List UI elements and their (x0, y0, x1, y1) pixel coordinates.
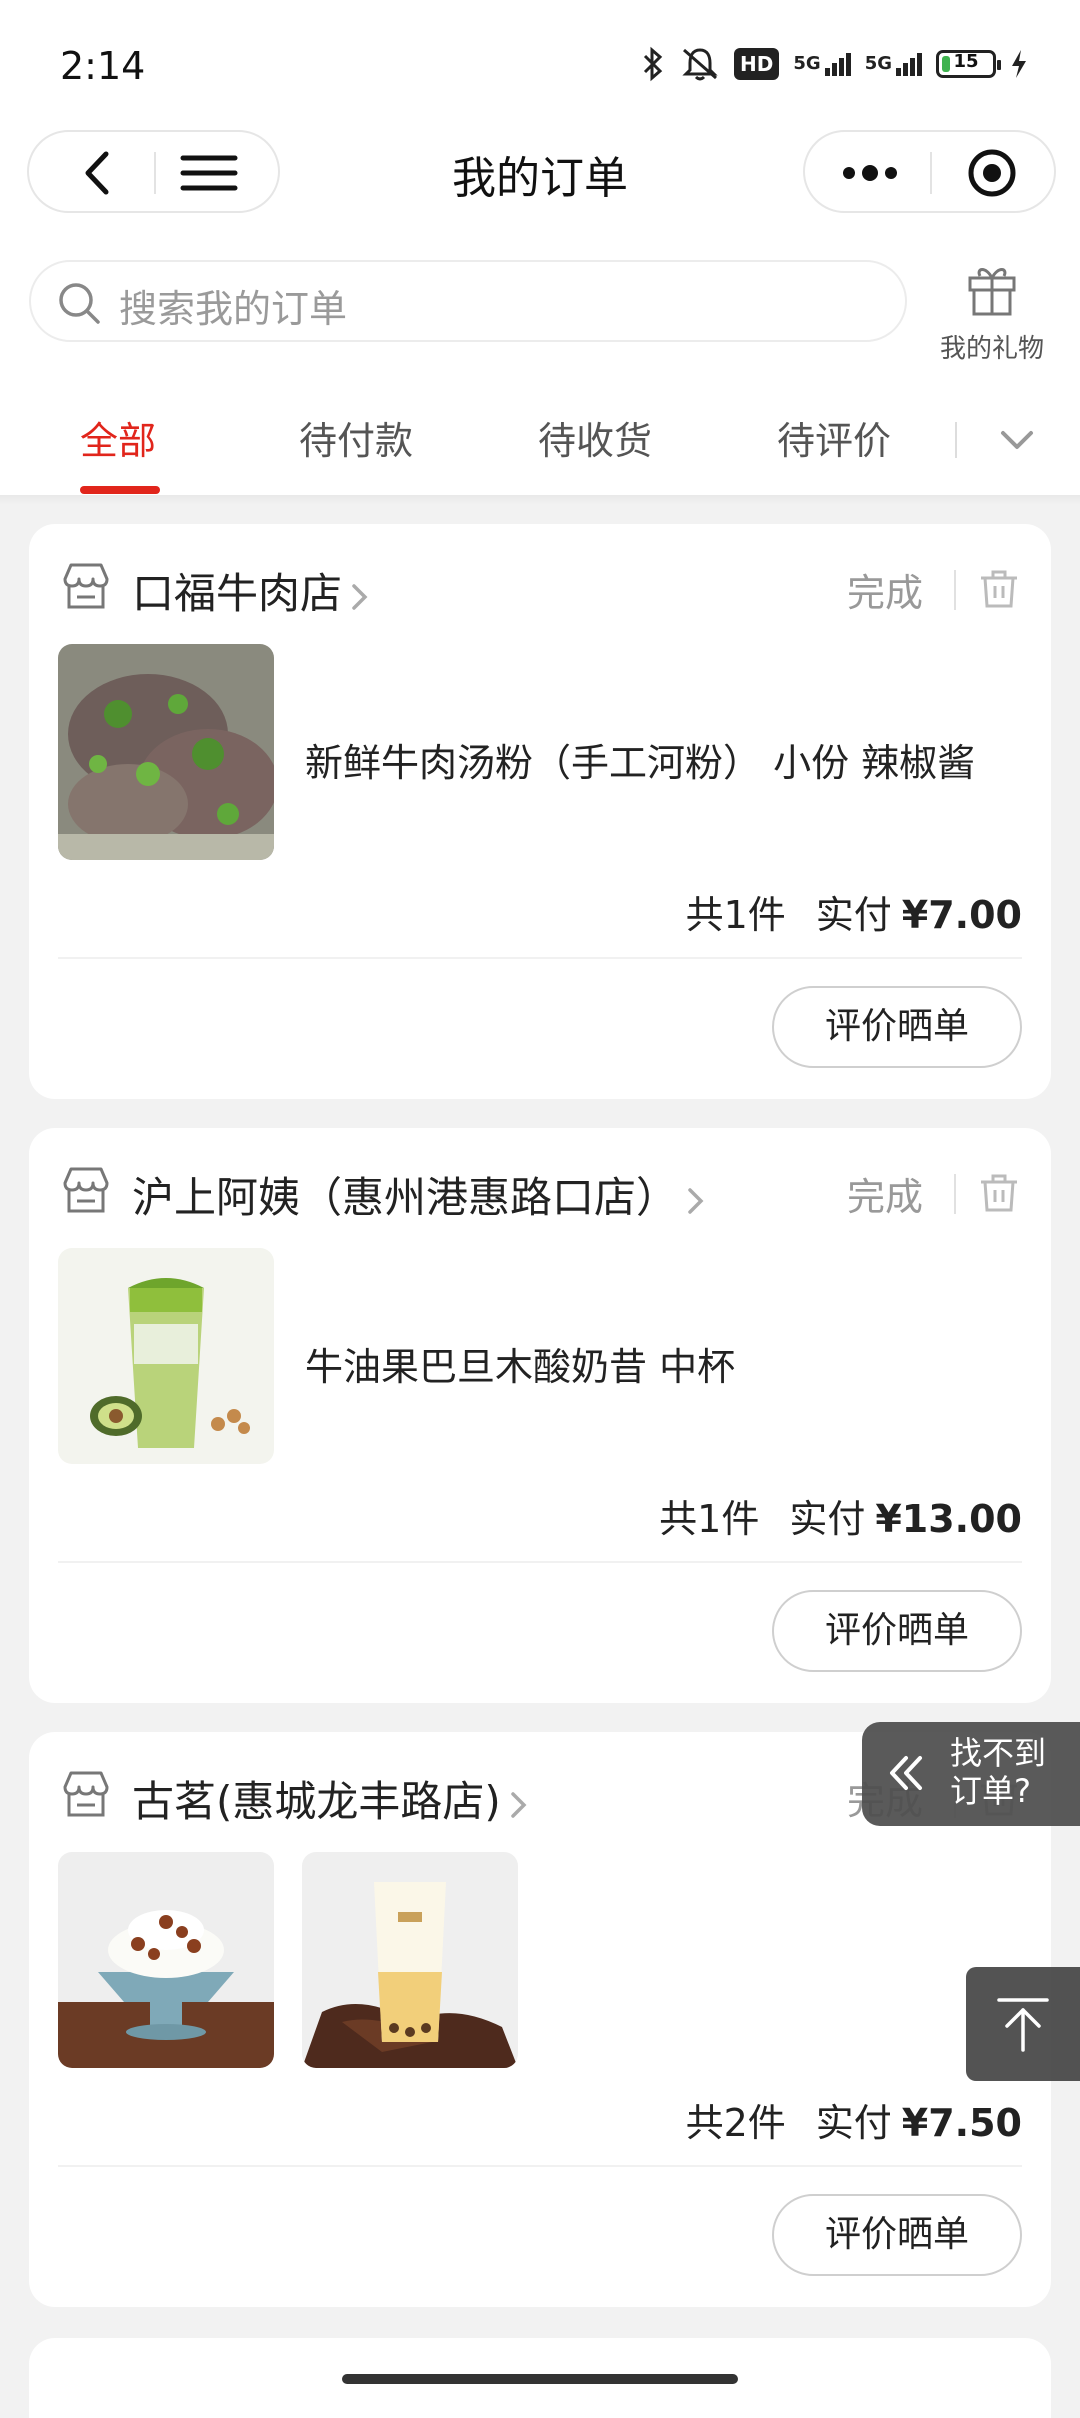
card-divider (58, 2165, 1022, 2167)
network-label: 5G (864, 52, 892, 74)
review-button[interactable]: 评价晒单 (772, 2194, 1022, 2276)
trash-icon[interactable] (977, 566, 1021, 610)
status-icons: HD 5G 5G 15 (640, 46, 1028, 82)
tab-pending-review[interactable]: 待评价 (777, 410, 891, 465)
tab-pending-payment[interactable]: 待付款 (299, 410, 413, 465)
back-icon[interactable] (74, 148, 124, 198)
store-icon (63, 1167, 109, 1213)
search-icon (59, 283, 100, 324)
signal-icon: 5G (864, 52, 922, 76)
signal-icon: 5G (793, 52, 851, 76)
store-name-text: 沪上阿姨（惠州港惠路口店） (132, 1173, 679, 1222)
order-status: 完成 (846, 1175, 923, 1219)
store-name[interactable]: 口福牛肉店 (132, 560, 370, 621)
find-order-button[interactable]: 找不到订单? (862, 1722, 1080, 1826)
paid-amount: ¥7.50 (901, 2101, 1022, 2145)
store-icon (63, 1771, 109, 1817)
product-name: 牛油果巴旦木酸奶昔 中杯 (305, 1345, 736, 1389)
store-name[interactable]: 沪上阿姨（惠州港惠路口店） (132, 1164, 706, 1225)
chevron-right-icon (352, 583, 368, 610)
tab-all[interactable]: 全部 (80, 410, 156, 465)
back-to-top-button[interactable] (966, 1967, 1080, 2081)
order-summary: 共2件 实付 ¥7.50 (686, 2092, 1022, 2147)
chevron-right-icon (511, 1791, 527, 1818)
status-bar: 2:14 HD 5G 5G 15 (0, 0, 1080, 130)
more-icon[interactable] (835, 148, 905, 198)
store-name-text: 古茗(惠城龙丰路店) (132, 1777, 501, 1826)
product-image-milk-tea[interactable] (302, 1852, 518, 2068)
paid-label: 实付 (815, 893, 892, 937)
item-count: 共1件 (659, 1497, 760, 1541)
status-time: 2:14 (60, 44, 146, 88)
gift-icon (968, 268, 1016, 316)
store-name-text: 口福牛肉店 (132, 569, 343, 618)
chevron-right-icon (688, 1187, 704, 1214)
nav-capsule-right (803, 130, 1056, 213)
paid-amount: ¥13.00 (875, 1497, 1022, 1541)
mute-bell-icon (682, 48, 718, 81)
review-button[interactable]: 评价晒单 (772, 986, 1022, 1068)
nav-capsule-left (27, 130, 280, 213)
battery-icon: 15 (936, 50, 1001, 78)
product-image-beef-noodle[interactable] (58, 644, 274, 860)
close-miniprogram-icon[interactable] (965, 146, 1019, 200)
order-card[interactable]: 沪上阿姨（惠州港惠路口店） 完成 牛油果巴旦木酸奶昔 中杯 共1件 实付 ¥13.0… (29, 1128, 1051, 1703)
order-status: 完成 (846, 571, 923, 615)
capsule-divider (154, 152, 156, 194)
card-divider (58, 1561, 1022, 1563)
paid-amount: ¥7.00 (901, 893, 1022, 937)
my-gifts-button[interactable]: 我的礼物 (932, 258, 1052, 368)
order-summary: 共1件 实付 ¥13.00 (659, 1488, 1022, 1543)
order-summary: 共1件 实付 ¥7.00 (686, 884, 1022, 939)
arrow-up-icon (997, 1998, 1049, 2052)
status-divider (954, 1174, 956, 1214)
menu-icon[interactable] (179, 148, 239, 198)
home-indicator[interactable] (342, 2374, 738, 2384)
tab-divider (955, 422, 957, 458)
charging-icon (1012, 50, 1026, 78)
tab-pending-delivery[interactable]: 待收货 (538, 410, 652, 465)
hd-badge: HD (734, 48, 780, 80)
trash-icon[interactable] (977, 1170, 1021, 1214)
store-icon (63, 563, 109, 609)
order-card[interactable]: 口福牛肉店 完成 新鲜牛肉汤粉（手工河粉） 小份 辣椒酱 共1件 实付 ¥7.00 … (29, 524, 1051, 1099)
gift-label: 我的礼物 (939, 334, 1044, 364)
paid-label: 实付 (815, 2101, 892, 2145)
item-count: 共1件 (685, 893, 786, 937)
search-input[interactable]: 搜索我的订单 (29, 260, 907, 342)
find-order-label: 找不到订单? (950, 1734, 1047, 1810)
search-placeholder: 搜索我的订单 (119, 287, 348, 331)
chevron-down-icon[interactable] (995, 418, 1039, 462)
paid-label: 实付 (789, 1497, 866, 1541)
order-tabs: 全部 待付款 待收货 待评价 (0, 400, 1080, 495)
card-divider (58, 957, 1022, 959)
capsule-divider (930, 152, 932, 194)
item-count: 共2件 (685, 2101, 786, 2145)
review-button[interactable]: 评价晒单 (772, 1590, 1022, 1672)
status-divider (954, 570, 956, 610)
product-image-dessert[interactable] (58, 1852, 274, 2068)
active-tab-indicator (80, 486, 160, 494)
product-image-avocado-shake[interactable] (58, 1248, 274, 1464)
double-chevron-left-icon (890, 1756, 922, 1790)
bluetooth-icon (643, 46, 663, 82)
battery-level: 15 (953, 51, 979, 72)
network-label: 5G (793, 52, 821, 74)
tabs-shadow (0, 495, 1080, 505)
store-name[interactable]: 古茗(惠城龙丰路店) (132, 1768, 529, 1829)
product-name: 新鲜牛肉汤粉（手工河粉） 小份 辣椒酱 (305, 741, 976, 785)
